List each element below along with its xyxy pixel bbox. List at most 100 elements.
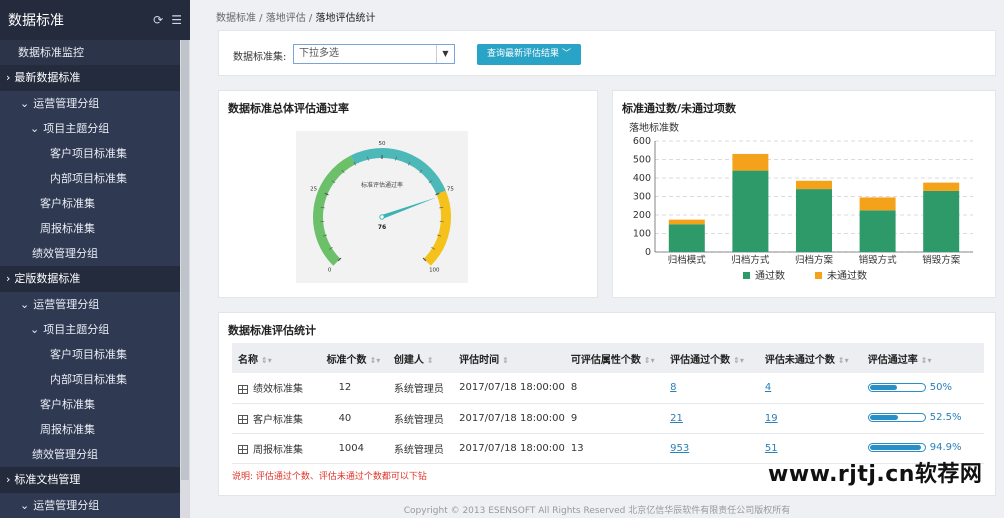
sort-icon[interactable]: ⇕ [502,356,509,365]
sort-icon[interactable]: ⇕▾ [733,356,744,365]
gauge-title: 数据标准总体评估通过率 [228,102,349,115]
sidebar-scrollbar[interactable] [180,40,190,518]
sidebar-item[interactable]: ⌄ 项目主题分组 [0,317,190,342]
gauge-tick-label: 50 [379,141,386,147]
sort-icon[interactable]: ⇕ [427,356,434,365]
sidebar-item[interactable]: 周报标准集 [0,417,190,442]
fail-count-link[interactable]: 51 [765,443,778,454]
breadcrumb-item[interactable]: 落地评估 [266,13,306,24]
table-icon [238,384,248,394]
gauge-panel: 数据标准总体评估通过率 0 25 50 75 100 标准评估通过率 76 [218,90,598,298]
gauge-value-label: 76 [378,224,386,231]
sidebar-item[interactable]: 客户项目标准集 [0,342,190,367]
filter-panel: 数据标准集: 下拉多选 ▼ 查询最新评估结果 ﹀ [218,30,996,76]
pass-rate-bar [867,383,926,392]
refresh-icon[interactable]: ⟳ [153,13,163,27]
row-name: 客户标准集 [253,414,303,426]
sidebar-item[interactable]: ⌄ 运营管理分组 [0,292,190,317]
sort-icon[interactable]: ⇕▾ [644,356,655,365]
row-count: 40 [338,412,352,424]
y-tick-label: 0 [645,247,651,258]
pass-count-link[interactable]: 8 [670,382,676,393]
x-tick-label: 归档方式 [731,254,770,266]
bar-segment [668,224,705,252]
chevron-icon: › [6,71,11,84]
bar-segment [668,219,705,225]
pass-count-link[interactable]: 953 [670,443,689,454]
gauge-arc-low [313,155,356,266]
pass-rate-bar [867,443,926,453]
sort-icon[interactable]: ⇕▾ [370,356,381,365]
y-tick-label: 200 [633,210,651,221]
chevron-icon: ⌄ [20,499,30,512]
chevron-icon: › [6,272,11,285]
sidebar-item[interactable]: ⌄ 项目主题分组 [0,116,190,141]
column-header[interactable]: 可评估属性个数 ⇕▾ [564,343,665,373]
row-attrs: 9 [570,412,578,424]
y-tick-label: 400 [633,173,651,184]
column-header[interactable]: 创建人 ⇕ [387,343,454,373]
column-header[interactable]: 评估未通过个数 ⇕▾ [758,343,862,373]
sidebar-item[interactable]: 周报标准集 [0,216,190,241]
standard-set-select[interactable]: 下拉多选 ▼ [293,44,455,64]
gauge-tick-label: 0 [328,267,332,273]
x-tick-label: 销毁方案 [922,254,961,266]
footer-copyright: Copyright © 2013 ESENSOFT All Rights Res… [403,506,791,516]
bar-segment [732,153,769,171]
bar-segment [859,210,896,252]
menu-collapse-icon[interactable]: ☰ [171,13,182,27]
row-time: 2017/07/18 18:00:00 [459,412,565,424]
sort-icon[interactable]: ⇕▾ [921,356,932,365]
sidebar-item[interactable]: › 标准文档管理 [0,467,190,493]
sidebar-item[interactable]: 客户标准集 [0,191,190,216]
table-row[interactable]: 绩效标准集 12 系统管理员 2017/07/18 18:00:00 8 8 4 50% [232,373,984,404]
row-creator: 系统管理员 [393,444,444,456]
table-icon [238,445,248,454]
breadcrumb-item[interactable]: 数据标准 [216,13,256,24]
legend-label: 未通过数 [827,269,867,282]
pass-rate-bar [867,413,926,423]
y-tick-label: 100 [633,229,651,240]
gauge-arc-high [423,190,451,266]
sidebar-item[interactable]: 客户项目标准集 [0,141,190,166]
pass-rate-label: 50% [929,382,953,393]
query-latest-button[interactable]: 查询最新评估结果 ﹀ [477,44,581,65]
sidebar-item[interactable]: › 定版数据标准 [0,266,190,292]
chevron-icon: › [6,473,11,486]
sidebar-item[interactable]: 数据标准监控 [0,40,190,65]
row-creator: 系统管理员 [393,414,444,426]
sidebar-item[interactable]: 客户标准集 [0,392,190,417]
row-count: 12 [338,382,352,394]
sidebar-item[interactable]: 绩效管理分组 [0,442,190,467]
x-tick-label: 销毁方式 [859,254,898,266]
breadcrumb-current: 落地评估统计 [315,13,376,24]
fail-count-link[interactable]: 4 [765,382,771,393]
column-header[interactable]: 评估时间 ⇕ [453,343,565,373]
y-axis-label: 落地标准数 [629,121,679,134]
main-content: 数据标准 / 落地评估 / 落地评估统计 数据标准集: 下拉多选 ▼ 查询最新评… [190,0,1004,518]
column-header[interactable]: 名称 ⇕▾ [232,343,321,373]
row-name: 绩效标准集 [253,384,303,396]
bar-chart: 落地标准数 0 100 200 300 400 500 600 归档模式 归档方式 归档方案 销毁方式… [629,121,973,282]
sidebar-item[interactable]: 内部项目标准集 [0,367,190,392]
sidebar-item[interactable]: ⌄ 运营管理分组 [0,493,190,518]
table-row[interactable]: 客户标准集 40 系统管理员 2017/07/18 18:00:00 9 21 19 52.5… [232,403,984,434]
bar-segment [923,182,960,191]
x-tick-label: 归档模式 [668,254,707,266]
legend-label: 通过数 [755,269,785,282]
sidebar-title: 数据标准 [8,13,64,29]
sidebar-item[interactable]: › 最新数据标准 [0,65,190,91]
sidebar-item[interactable]: 绩效管理分组 [0,241,190,266]
sort-icon[interactable]: ⇕▾ [261,356,272,365]
sidebar-item[interactable]: 内部项目标准集 [0,166,190,191]
column-header[interactable]: 评估通过个数 ⇕▾ [664,343,759,373]
dropdown-arrow-icon[interactable]: ▼ [436,45,454,63]
sidebar-item[interactable]: ⌄ 运营管理分组 [0,91,190,116]
column-header[interactable]: 评估通过率 ⇕▾ [861,343,984,373]
pass-count-link[interactable]: 21 [670,413,683,424]
fail-count-link[interactable]: 19 [765,413,778,424]
sort-icon[interactable]: ⇕▾ [838,356,849,365]
column-header[interactable]: 标准个数 ⇕▾ [320,343,388,373]
table-icon [238,415,248,424]
sidebar: 数据标准 ⟳ ☰ 数据标准监控 › 最新数据标准 ⌄ 运营管理分组 ⌄ 项目主题分组 客户项目… [0,0,190,518]
